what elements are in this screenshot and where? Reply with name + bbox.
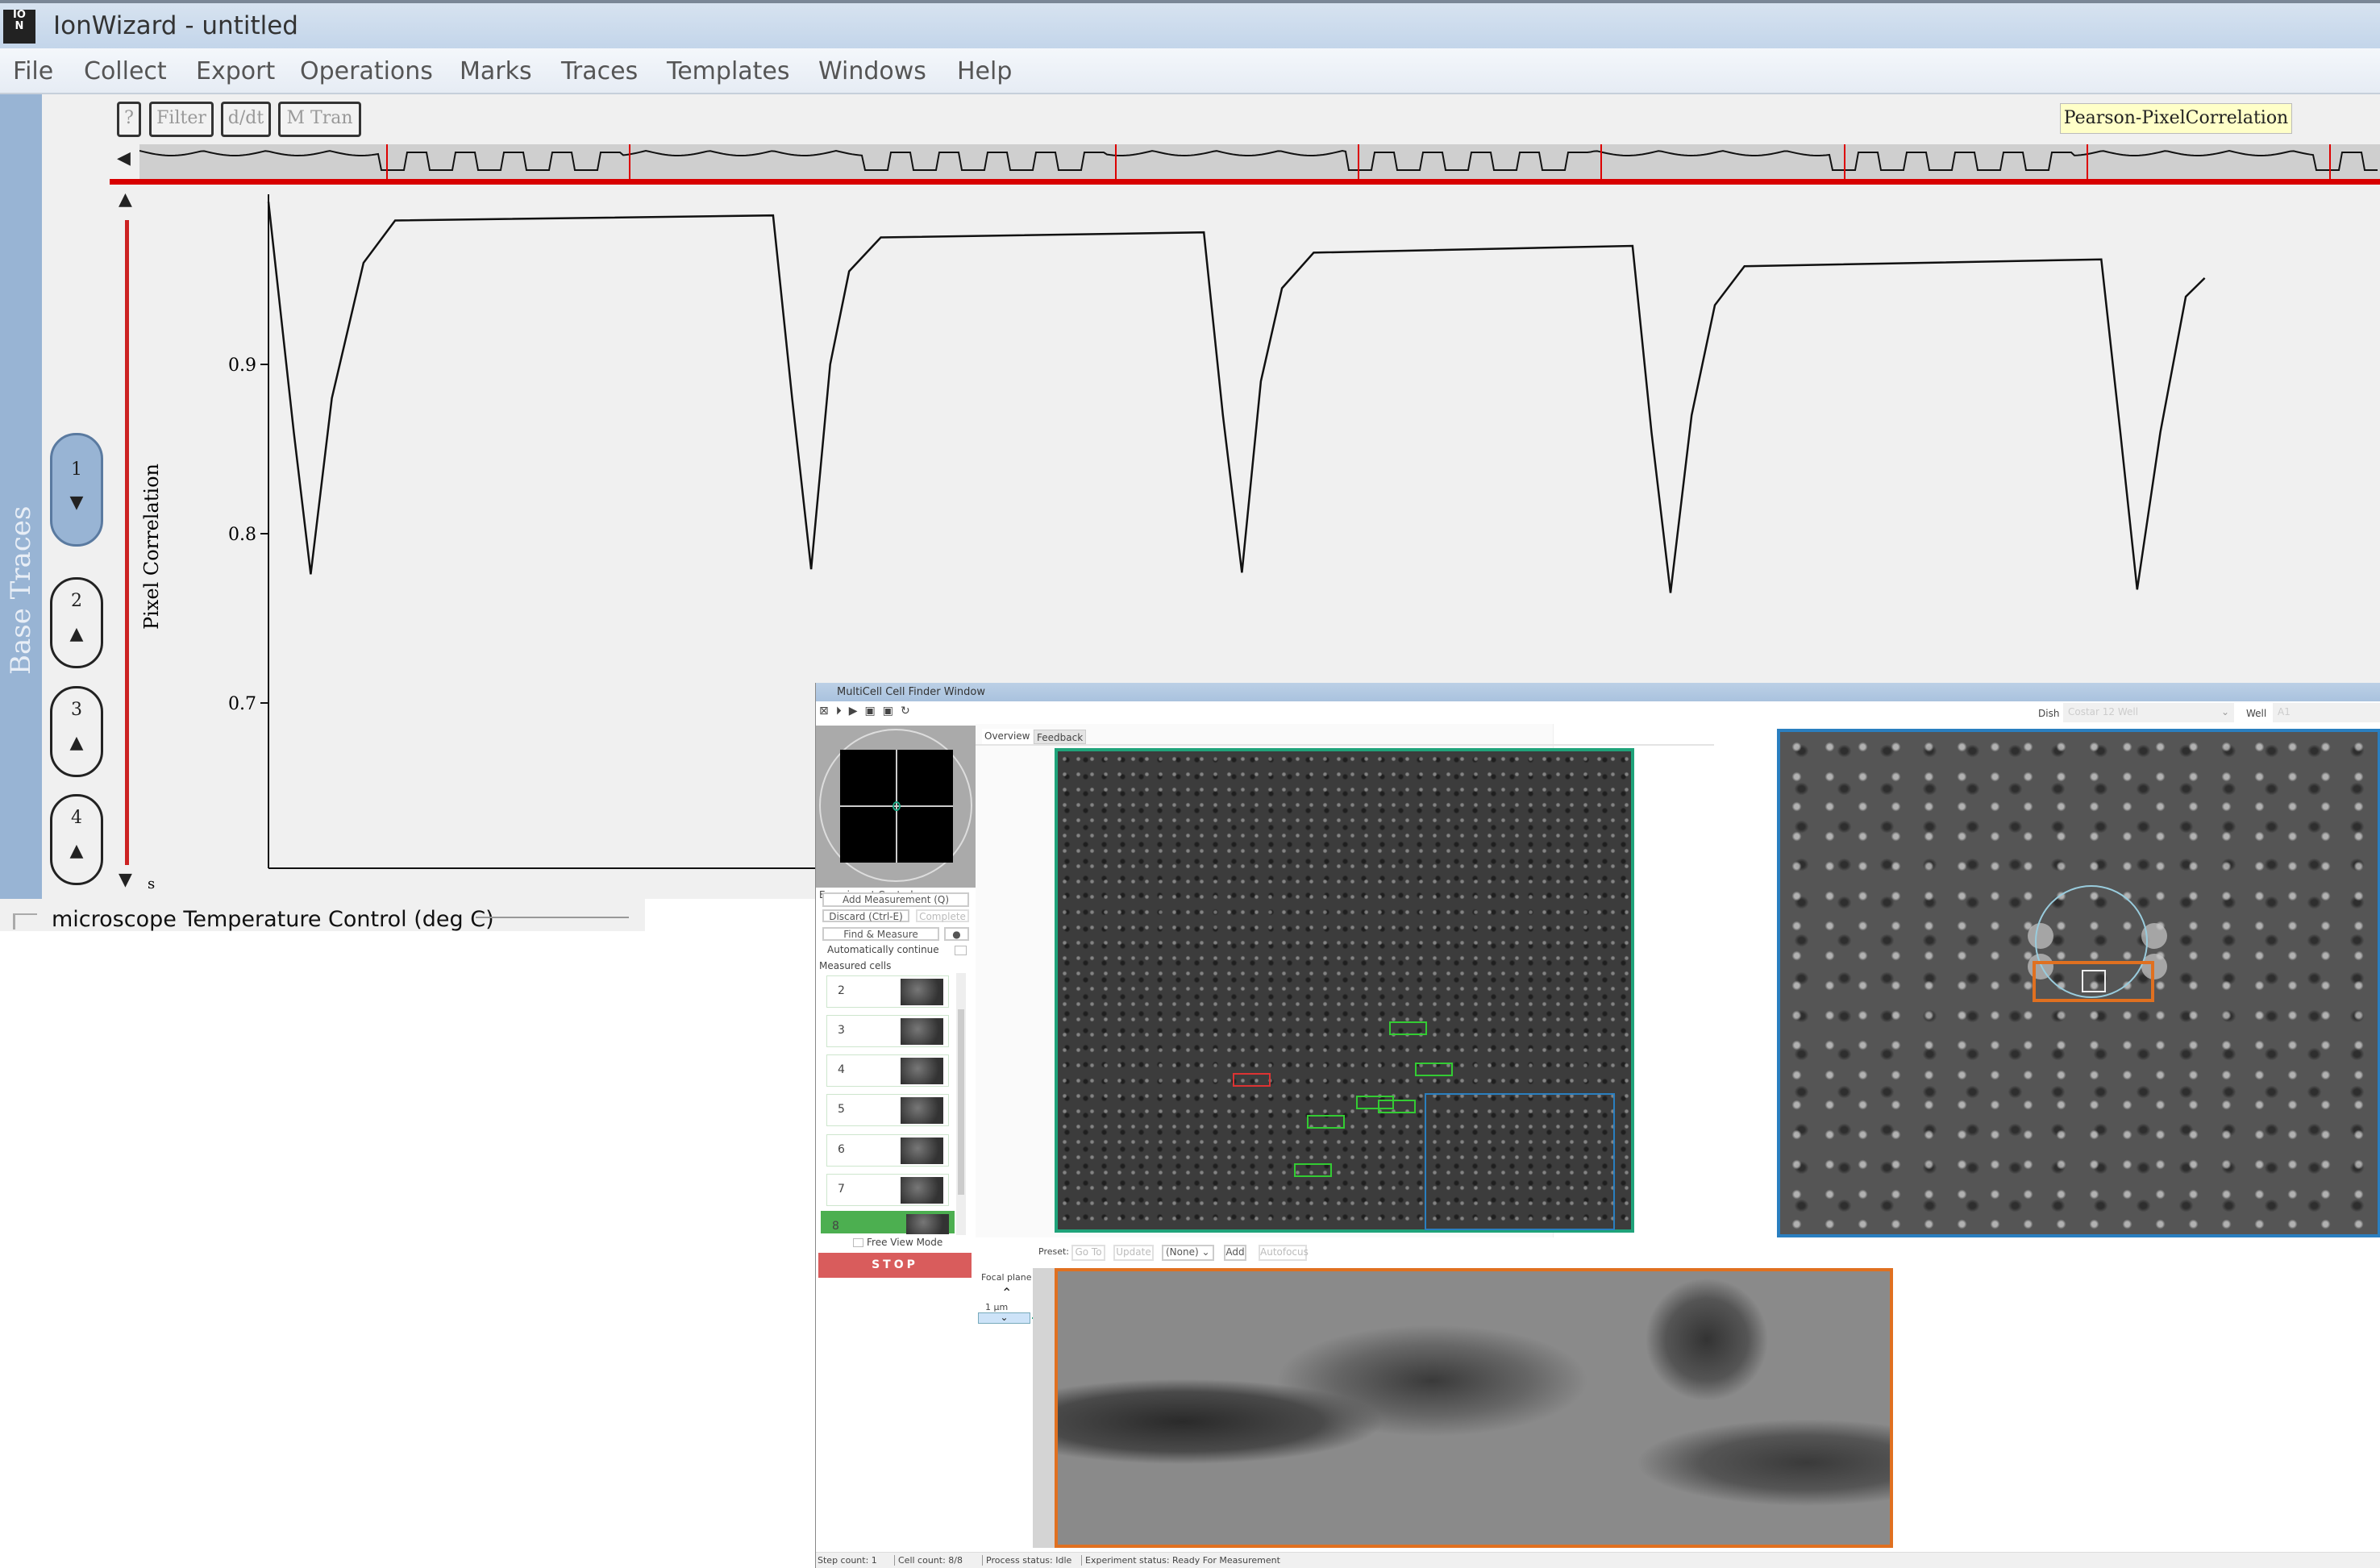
y-tick-label: 0.8 (228, 525, 256, 545)
status-bar: Step count: 1 Cell count: 8/8 Process st… (816, 1552, 2380, 1568)
cell-marker[interactable] (1389, 1021, 1427, 1035)
cell-marker[interactable] (1233, 1073, 1271, 1087)
eye-icon[interactable]: ● (944, 927, 969, 941)
cell-item[interactable]: 7 (826, 1174, 949, 1206)
cell-item-selected[interactable]: 8 (821, 1211, 955, 1234)
y-tick-label: 0.7 (228, 694, 256, 714)
cell-marker[interactable] (1294, 1163, 1332, 1177)
cell-marker[interactable] (1415, 1063, 1453, 1076)
cell-marker[interactable] (1307, 1115, 1345, 1129)
x-axis-unit: s (148, 876, 155, 892)
tab-feedback[interactable]: Feedback (1034, 730, 1087, 744)
focus-up-icon[interactable]: ⌃ (1001, 1285, 1012, 1300)
free-view-checkbox[interactable] (853, 1238, 863, 1247)
cell-thumbnail (906, 1214, 949, 1234)
trace-line (267, 202, 2206, 593)
cell-item[interactable]: 5 (826, 1094, 949, 1126)
focus-down-button[interactable]: ⌄ (978, 1312, 1030, 1324)
preset-label: Preset: (1038, 1246, 1070, 1257)
focus-track[interactable] (1033, 1268, 1055, 1548)
multicell-toolbar[interactable]: ⊠⏵▶▣▣↻ (819, 705, 917, 717)
status-experiment: Experiment status: Ready For Measurement (1081, 1555, 1280, 1566)
dish-dropdown[interactable]: Costar 12 Well ⌄ (2063, 703, 2234, 722)
status-step-count: Step count: 1 (818, 1555, 877, 1566)
divider (476, 917, 629, 918)
cells-scrollbar[interactable] (956, 973, 966, 1235)
cell-thumbnail (901, 979, 943, 1005)
cell-item[interactable]: 4 (826, 1054, 949, 1087)
preset-dropdown[interactable]: (None) ⌄ (1162, 1245, 1214, 1261)
temperature-label: microscope Temperature Control (deg C) (52, 907, 494, 932)
well-label: Well (2246, 708, 2267, 719)
multicell-title: MultiCell Cell Finder Window (837, 686, 986, 698)
multicell-window: MultiCell Cell Finder Window ⊠⏵▶▣▣↻ Expe… (815, 683, 2380, 1568)
cell-item[interactable]: 3 (826, 1015, 949, 1047)
camera-image[interactable] (1777, 729, 2380, 1237)
goto-button[interactable]: Go To (1071, 1245, 1105, 1261)
update-button[interactable]: Update (1113, 1245, 1154, 1261)
measured-cells-list: 2 3 4 5 6 7 8 (816, 973, 976, 1235)
status-cell-count: Cell count: 8/8 (894, 1555, 963, 1566)
auto-continue-label: Automatically continue (827, 944, 939, 955)
tab-overview[interactable]: Overview (982, 729, 1033, 744)
stage-map[interactable] (816, 726, 976, 888)
cell-thumbnail (901, 1058, 943, 1084)
dish-label: Dish (2038, 708, 2060, 719)
free-view-label: Free View Mode (867, 1237, 943, 1248)
cell-marker[interactable] (1378, 1100, 1416, 1113)
cell-roi (2082, 970, 2106, 992)
add-measurement-button[interactable]: Add Measurement (Q) (822, 892, 969, 907)
cell-thumbnail (901, 1177, 943, 1204)
multicell-title-bar: MultiCell Cell Finder Window (816, 683, 2380, 701)
camera-field-rect (1425, 1093, 1615, 1230)
grip-icon (13, 913, 37, 930)
y-axis-label: Pixel Correlation (140, 464, 163, 630)
autofocus-button[interactable]: Autofocus (1259, 1245, 1309, 1261)
cell-item[interactable]: 6 (826, 1134, 949, 1167)
y-tick-label: 0.9 (228, 356, 256, 376)
complete-button[interactable]: Complete (916, 909, 969, 922)
auto-continue-checkbox[interactable] (955, 946, 967, 955)
overview-image[interactable] (1055, 748, 1634, 1233)
find-measure-button[interactable]: Find & Measure (822, 927, 939, 941)
stage-position-marker (892, 801, 901, 811)
stop-button[interactable]: STOP (818, 1253, 972, 1278)
status-process: Process status: Idle (982, 1555, 1071, 1566)
focal-plane-label: Focal plane (981, 1272, 1032, 1283)
add-preset-button[interactable]: Add (1224, 1245, 1246, 1261)
cell-thumbnail (901, 1097, 943, 1124)
temperature-panel[interactable]: microscope Temperature Control (deg C) (0, 899, 645, 932)
well-input[interactable]: A1 (2273, 703, 2380, 722)
cell-thumbnail (901, 1138, 943, 1164)
discard-button[interactable]: Discard (Ctrl-E) (822, 909, 909, 922)
tab-divider (976, 744, 1714, 746)
cell-item[interactable]: 2 (826, 975, 949, 1008)
detail-image[interactable] (1055, 1268, 1893, 1548)
measured-cells-label: Measured cells (819, 960, 892, 971)
cell-thumbnail (901, 1018, 943, 1045)
